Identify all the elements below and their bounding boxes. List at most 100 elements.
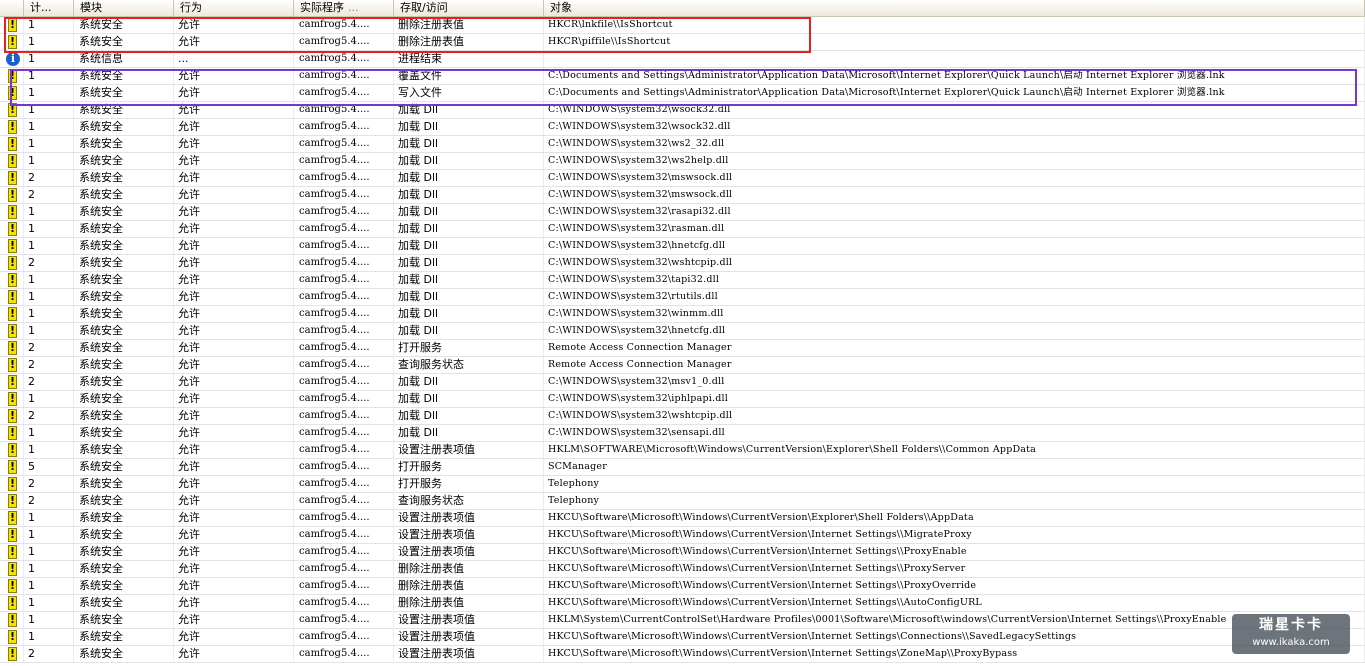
- table-row[interactable]: ! 2 系统安全 允许 camfrog5.4.... 加载 Dll C:\WINDOWS\s…: [0, 374, 1365, 391]
- row-object: C:\Documents and Settings\Administrator\…: [544, 68, 1365, 84]
- table-row[interactable]: ! 1 系统安全 允许 camfrog5.4.... 加载 Dll C:\WINDOWS\s…: [0, 102, 1365, 119]
- row-module: 系统安全: [74, 187, 174, 203]
- warning-icon: !: [8, 222, 17, 236]
- row-action: 允许: [174, 340, 294, 356]
- row-access: 加载 Dll: [394, 272, 544, 288]
- table-row[interactable]: ! 1 系统安全 允许 camfrog5.4.... 写入文件 C:\Documents a…: [0, 85, 1365, 102]
- row-object: C:\WINDOWS\system32\msv1_0.dll: [544, 374, 1365, 390]
- warning-icon: !: [8, 545, 17, 559]
- warning-icon: !: [8, 290, 17, 304]
- table-row[interactable]: ! 1 系统安全 允许 camfrog5.4.... 加载 Dll C:\WINDOWS\s…: [0, 425, 1365, 442]
- column-header-module[interactable]: 模块: [74, 0, 174, 16]
- table-row[interactable]: ! 1 系统安全 允许 camfrog5.4.... 加载 Dll C:\WINDOWS\s…: [0, 221, 1365, 238]
- warning-icon: !: [8, 647, 17, 661]
- row-program: camfrog5.4....: [294, 391, 394, 407]
- table-row[interactable]: ! 2 系统安全 允许 camfrog5.4.... 查询服务状态 Telephony: [0, 493, 1365, 510]
- table-row[interactable]: ! 1 系统安全 允许 camfrog5.4.... 设置注册表项值 HKCU\Softwa…: [0, 629, 1365, 646]
- table-row[interactable]: ! 2 系统安全 允许 camfrog5.4.... 加载 Dll C:\WINDOWS\s…: [0, 255, 1365, 272]
- table-row[interactable]: ! 1 系统安全 允许 camfrog5.4.... 加载 Dll C:\WINDOWS\s…: [0, 136, 1365, 153]
- row-object: C:\WINDOWS\system32\sensapi.dll: [544, 425, 1365, 441]
- column-header-program[interactable]: 实际程序...: [294, 0, 394, 16]
- table-row[interactable]: ! 1 系统安全 允许 camfrog5.4.... 加载 Dll C:\WINDOWS\s…: [0, 289, 1365, 306]
- row-program: camfrog5.4....: [294, 170, 394, 186]
- table-row[interactable]: ! 2 系统安全 允许 camfrog5.4.... 打开服务 Telephony: [0, 476, 1365, 493]
- watermark-logo: 瑞星卡卡: [1259, 617, 1323, 633]
- table-row[interactable]: ! 1 系统安全 允许 camfrog5.4.... 删除注册表值 HKCU\Softwar…: [0, 561, 1365, 578]
- table-row[interactable]: ! 1 系统安全 允许 camfrog5.4.... 加载 Dll C:\WINDOWS\s…: [0, 153, 1365, 170]
- column-header-icon[interactable]: [0, 0, 24, 16]
- table-row[interactable]: ! 1 系统安全 允许 camfrog5.4.... 加载 Dll C:\WINDOWS\s…: [0, 238, 1365, 255]
- table-row[interactable]: ! 2 系统安全 允许 camfrog5.4.... 加载 Dll C:\WINDOWS\s…: [0, 170, 1365, 187]
- table-row[interactable]: ! 2 系统安全 允许 camfrog5.4.... 查询服务状态 Remote Acces…: [0, 357, 1365, 374]
- table-row[interactable]: ! 1 系统安全 允许 camfrog5.4.... 设置注册表项值 HKCU\Softwa…: [0, 544, 1365, 561]
- row-access: 打开服务: [394, 459, 544, 475]
- table-row[interactable]: ! 1 系统安全 允许 camfrog5.4.... 加载 Dll C:\WINDOWS\s…: [0, 204, 1365, 221]
- warning-icon: !: [8, 256, 17, 270]
- table-row[interactable]: ! 1 系统安全 允许 camfrog5.4.... 加载 Dll C:\WINDOWS\s…: [0, 272, 1365, 289]
- row-program: camfrog5.4....: [294, 408, 394, 424]
- column-header-action[interactable]: 行为: [174, 0, 294, 16]
- row-count: 1: [24, 612, 74, 628]
- row-program: camfrog5.4....: [294, 493, 394, 509]
- row-access: 加载 Dll: [394, 408, 544, 424]
- row-icon-cell: !: [0, 102, 24, 118]
- row-count: 1: [24, 527, 74, 543]
- warning-icon: !: [8, 494, 17, 508]
- column-header-object[interactable]: 对象: [544, 0, 1365, 16]
- warning-icon: !: [8, 613, 17, 627]
- row-object: C:\Documents and Settings\Administrator\…: [544, 85, 1365, 101]
- row-object: C:\WINDOWS\system32\ws2help.dll: [544, 153, 1365, 169]
- column-header-bar: 计... 模块 行为 实际程序... 存取/访问 对象: [0, 0, 1365, 17]
- table-row[interactable]: ! 2 系统安全 允许 camfrog5.4.... 加载 Dll C:\WINDOWS\s…: [0, 187, 1365, 204]
- row-module: 系统安全: [74, 595, 174, 611]
- row-icon-cell: !: [0, 357, 24, 373]
- row-icon-cell: !: [0, 459, 24, 475]
- row-count: 1: [24, 238, 74, 254]
- row-action: 允许: [174, 289, 294, 305]
- row-access: 设置注册表项值: [394, 646, 544, 662]
- table-row[interactable]: ! 2 系统安全 允许 camfrog5.4.... 打开服务 Remote Access …: [0, 340, 1365, 357]
- row-module: 系统安全: [74, 629, 174, 645]
- warning-icon: !: [8, 120, 17, 134]
- row-module: 系统安全: [74, 340, 174, 356]
- table-row[interactable]: ! 5 系统安全 允许 camfrog5.4.... 打开服务 SCManager: [0, 459, 1365, 476]
- row-icon-cell: !: [0, 238, 24, 254]
- row-module: 系统安全: [74, 544, 174, 560]
- row-object: C:\WINDOWS\system32\rtutils.dll: [544, 289, 1365, 305]
- table-row[interactable]: ! 1 系统安全 允许 camfrog5.4.... 加载 Dll C:\WINDOWS\s…: [0, 391, 1365, 408]
- table-row[interactable]: ! 1 系统安全 允许 camfrog5.4.... 加载 Dll C:\WINDOWS\s…: [0, 119, 1365, 136]
- warning-icon: !: [8, 86, 17, 100]
- row-action: 允许: [174, 612, 294, 628]
- table-row[interactable]: ! 1 系统安全 允许 camfrog5.4.... 加载 Dll C:\WINDOWS\s…: [0, 306, 1365, 323]
- row-icon-cell: !: [0, 612, 24, 628]
- table-row[interactable]: ! 1 系统安全 允许 camfrog5.4.... 加载 Dll C:\WINDOWS\s…: [0, 323, 1365, 340]
- row-action: 允许: [174, 306, 294, 322]
- table-row[interactable]: ! 1 系统安全 允许 camfrog5.4.... 删除注册表值 HKCR\piffile…: [0, 34, 1365, 51]
- table-row[interactable]: ! 1 系统安全 允许 camfrog5.4.... 删除注册表值 HKCU\Softwar…: [0, 595, 1365, 612]
- row-action: 允许: [174, 85, 294, 101]
- table-row[interactable]: ! 2 系统安全 允许 camfrog5.4.... 设置注册表项值 HKCU\Softwa…: [0, 646, 1365, 663]
- table-row[interactable]: ! 1 系统安全 允许 camfrog5.4.... 覆盖文件 C:\Documents a…: [0, 68, 1365, 85]
- table-row[interactable]: ! 1 系统安全 允许 camfrog5.4.... 删除注册表值 HKCU\Softwar…: [0, 578, 1365, 595]
- table-row[interactable]: i 1 系统信息... camfrog5.4.... 进程结束: [0, 51, 1365, 68]
- table-row[interactable]: ! 1 系统安全 允许 camfrog5.4.... 删除注册表值 HKCR\lnkfile…: [0, 17, 1365, 34]
- table-row[interactable]: ! 1 系统安全 允许 camfrog5.4.... 设置注册表项值 HKCU\Softwa…: [0, 510, 1365, 527]
- table-row[interactable]: ! 1 系统安全 允许 camfrog5.4.... 设置注册表项值 HKLM\SOFTWA…: [0, 442, 1365, 459]
- row-program: camfrog5.4....: [294, 102, 394, 118]
- table-row[interactable]: ! 2 系统安全 允许 camfrog5.4.... 加载 Dll C:\WINDOWS\s…: [0, 408, 1365, 425]
- row-icon-cell: !: [0, 34, 24, 50]
- row-count: 5: [24, 459, 74, 475]
- row-program: camfrog5.4....: [294, 646, 394, 662]
- table-row[interactable]: ! 1 系统安全 允许 camfrog5.4.... 设置注册表项值 HKLM\System…: [0, 612, 1365, 629]
- row-module: 系统安全: [74, 442, 174, 458]
- row-object: HKCU\Software\Microsoft\Windows\CurrentV…: [544, 510, 1365, 526]
- column-header-access[interactable]: 存取/访问: [394, 0, 544, 16]
- row-action: 允许: [174, 204, 294, 220]
- row-module: 系统安全: [74, 323, 174, 339]
- row-icon-cell: !: [0, 119, 24, 135]
- column-header-count[interactable]: 计...: [24, 0, 74, 16]
- row-icon-cell: !: [0, 391, 24, 407]
- warning-icon: !: [8, 375, 17, 389]
- warning-icon: !: [8, 188, 17, 202]
- table-row[interactable]: ! 1 系统安全 允许 camfrog5.4.... 设置注册表项值 HKCU\Softwa…: [0, 527, 1365, 544]
